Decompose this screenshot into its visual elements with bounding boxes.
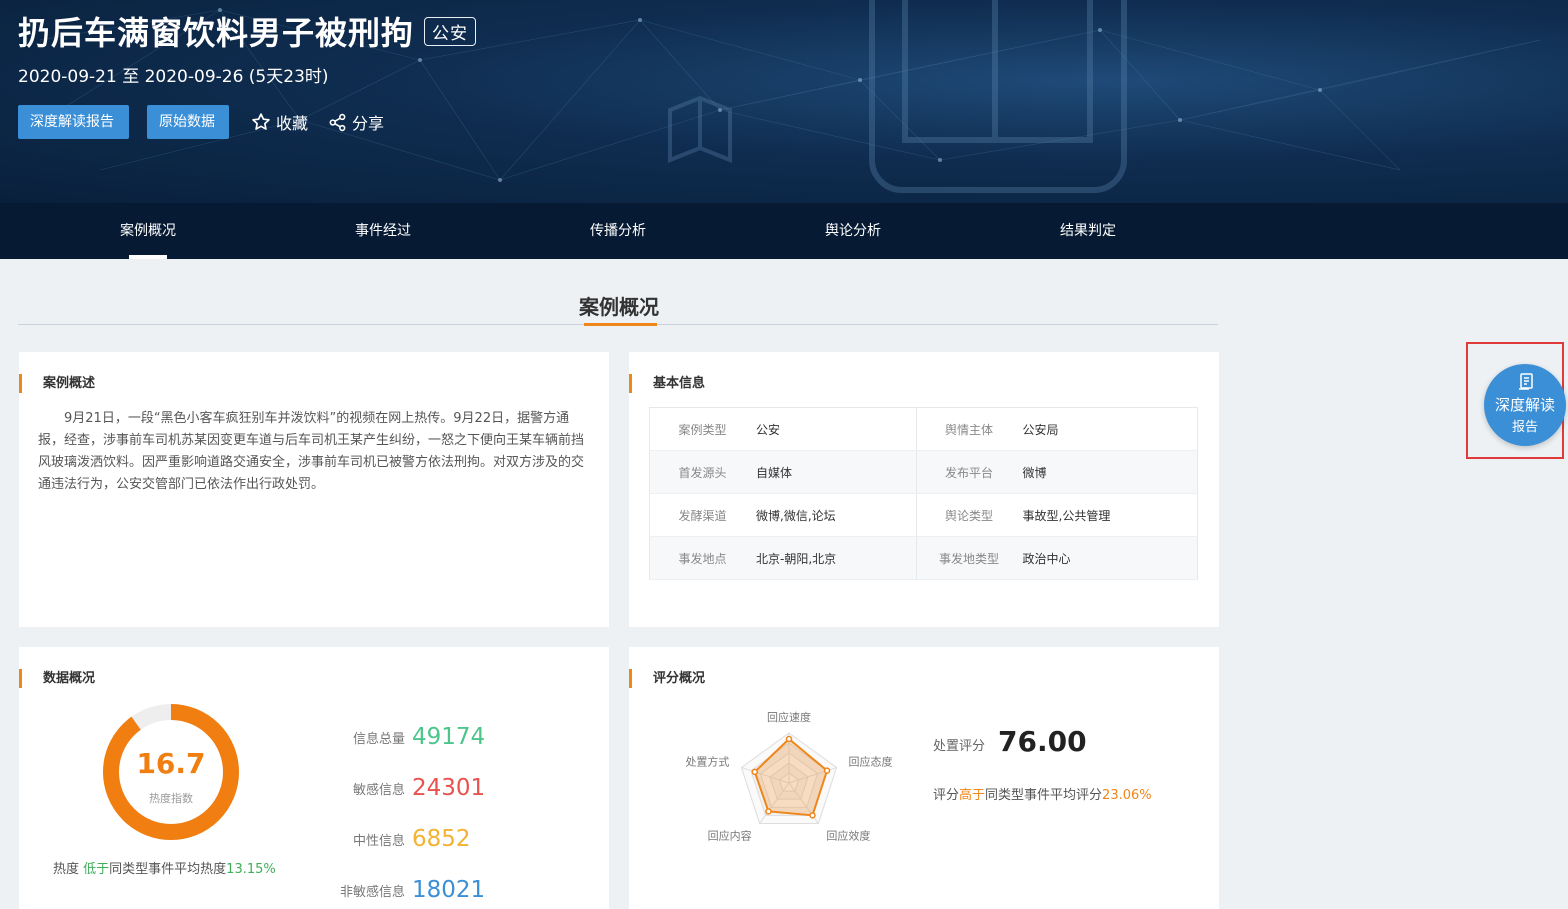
score-overview-title: 评分概况 (629, 669, 705, 688)
info-value: 事故型,公共管理 (1021, 493, 1198, 537)
heat-index-value: 16.7 (136, 747, 206, 780)
info-value: 公安 (755, 407, 917, 451)
basic-info-title: 基本信息 (629, 374, 705, 393)
favorite-label: 收藏 (276, 114, 309, 133)
stat-value: 24301 (412, 775, 486, 801)
tab-case-overview[interactable]: 案例概况 (98, 203, 198, 259)
share-icon (329, 113, 346, 131)
stat-value: 6852 (412, 826, 471, 852)
case-summary-card: 案例概述 9月21日，一段“黑色小客车疯狂别车并泼饮料”的视频在网上热传。9月2… (19, 352, 609, 627)
section-title-underline (584, 323, 657, 326)
heat-note-prefix: 热度 (53, 862, 84, 877)
heat-note-compare: 低于 (83, 862, 110, 877)
score-radar-chart: 回应速度回应态度回应效度 回应内容 处置方式 (685, 710, 893, 842)
score-label: 处置评分 (933, 739, 986, 754)
info-value: 北京-朝阳,北京 (755, 536, 917, 580)
section-title: 案例概况 (579, 295, 659, 319)
event-date-range: 2020-09-21 至 2020-09-26 (5天23时) (18, 67, 329, 87)
heat-note-pct: 13.15% (226, 862, 276, 877)
info-key: 舆论类型 (916, 493, 1022, 537)
raw-data-button[interactable]: 原始数据 (147, 105, 229, 139)
floating-label-line1: 深度解读 (1494, 396, 1555, 414)
info-key: 案例类型 (649, 407, 755, 451)
info-value: 公安局 (1021, 407, 1198, 451)
table-row: 案例类型 公安 舆情主体 公安局 (649, 407, 1198, 451)
stat-non-sensitive: 非敏感信息 18021 (319, 877, 485, 903)
stat-label: 信息总量 (352, 731, 405, 747)
case-summary-text: 9月21日，一段“黑色小客车疯狂别车并泼饮料”的视频在网上热传。9月22日，据警… (38, 411, 585, 492)
tab-event-process[interactable]: 事件经过 (333, 203, 433, 259)
basic-info-table: 案例类型 公安 舆情主体 公安局 首发源头 自媒体 发布平台 微博 发酵渠道 微… (649, 407, 1198, 580)
heat-comparison-note: 热度 低于同类型事件平均热度13.15% (53, 858, 276, 877)
data-overview-card: 数据概况 16.7 热度指数 热度 低于同类型事件平均热度13.15% 信息总量… (19, 647, 609, 909)
tab-opinion-analysis[interactable]: 舆论分析 (803, 203, 903, 259)
info-value: 政治中心 (1021, 536, 1198, 580)
event-title: 扔后车满窗饮料男子被刑拘 (18, 14, 415, 52)
radar-axis-label: 处置方式 (685, 755, 729, 769)
score-overview-card: 评分概况 回应速度回应态度回应效度 回应内容 处置方式 处置评分 76.00 评分高… (629, 647, 1219, 909)
stat-total: 信息总量 49174 (319, 724, 485, 750)
info-value: 微博 (1021, 450, 1198, 494)
tab-result-judgement[interactable]: 结果判定 (1038, 203, 1138, 259)
info-key: 发酵渠道 (649, 493, 755, 537)
info-key: 事发地类型 (916, 536, 1022, 580)
deep-report-button[interactable]: 深度解读报告 (18, 105, 129, 139)
document-icon (1519, 373, 1533, 390)
score-value: 76.00 (998, 725, 1087, 758)
score-note-pct: 23.06% (1102, 788, 1152, 803)
radar-axis-label: 回应效度 (826, 828, 870, 842)
radar-point (765, 808, 772, 815)
floating-deep-report-button[interactable]: 深度解读 报告 (1484, 364, 1566, 446)
info-value: 微博,微信,论坛 (755, 493, 917, 537)
score-note-mid: 同类型事件平均评分 (985, 788, 1103, 803)
radar-point (751, 768, 759, 776)
radar-axis-label: 回应速度 (767, 710, 811, 724)
case-summary-title: 案例概述 (19, 374, 95, 393)
star-icon (252, 113, 270, 130)
section-nav: 案例概况 事件经过 传播分析 舆论分析 结果判定 (0, 203, 1568, 259)
category-tag: 公安 (424, 16, 477, 46)
favorite-button[interactable]: 收藏 (251, 108, 308, 136)
table-row: 首发源头 自媒体 发布平台 微博 (649, 450, 1198, 494)
tab-spread-analysis[interactable]: 传播分析 (568, 203, 668, 259)
radar-axis-label: 回应态度 (849, 755, 893, 769)
score-note-compare: 高于 (959, 788, 986, 803)
radar-point (823, 767, 831, 774)
heat-index-label: 热度指数 (149, 792, 193, 805)
table-row: 发酵渠道 微博,微信,论坛 舆论类型 事故型,公共管理 (649, 493, 1198, 537)
info-key: 首发源头 (649, 450, 755, 494)
stat-label: 敏感信息 (352, 782, 405, 798)
page-header: 扔后车满窗饮料男子被刑拘 公安 2020-09-21 至 2020-09-26 … (0, 0, 1568, 203)
stat-sensitive: 敏感信息 24301 (319, 775, 485, 801)
basic-info-card: 基本信息 案例类型 公安 舆情主体 公安局 首发源头 自媒体 发布平台 微博 发… (629, 352, 1219, 627)
info-value: 自媒体 (755, 450, 917, 494)
info-key: 舆情主体 (916, 407, 1022, 451)
info-key: 发布平台 (916, 450, 1022, 494)
info-key: 事发地点 (649, 536, 755, 580)
radar-point (785, 735, 793, 743)
score-comparison-note: 评分高于同类型事件平均评分23.06% (933, 784, 1152, 803)
table-row: 事发地点 北京-朝阳,北京 事发地类型 政治中心 (649, 536, 1198, 580)
share-button[interactable]: 分享 (328, 108, 384, 136)
radar-axis-label: 回应内容 (708, 828, 752, 842)
stat-value: 49174 (412, 724, 486, 750)
stat-label: 中性信息 (352, 833, 405, 849)
stat-value: 18021 (412, 877, 486, 903)
radar-point (809, 812, 816, 819)
floating-label-line2: 报告 (1511, 420, 1538, 435)
stat-label: 非敏感信息 (339, 884, 405, 900)
page-title: 扔后车满窗饮料男子被刑拘 公安 (18, 8, 477, 54)
share-label: 分享 (352, 114, 385, 133)
score-note-prefix: 评分 (933, 788, 960, 803)
stat-neutral: 中性信息 6852 (319, 826, 471, 852)
heat-note-mid: 同类型事件平均热度 (109, 862, 227, 877)
data-overview-title: 数据概况 (19, 669, 95, 688)
